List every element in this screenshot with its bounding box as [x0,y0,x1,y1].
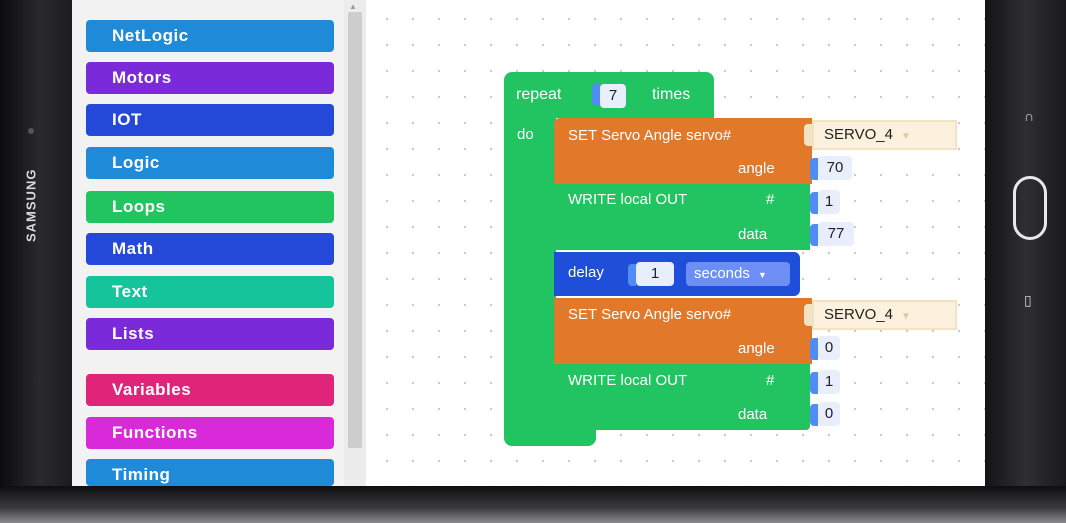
category-functions[interactable]: Functions [86,417,334,449]
data-label-2: data [738,406,768,423]
servo-select-2[interactable]: SERVO_4 ▼ [812,300,957,330]
servo-plug-2 [804,304,812,326]
sensor-dot [28,128,34,134]
category-logic[interactable]: Logic [86,147,334,179]
delay-label: delay [568,264,604,281]
pin-field-2[interactable]: 1 [818,370,840,394]
servo-select-value-1: SERVO_4 [824,126,893,143]
write-label-1: WRITE local OUT [568,191,688,208]
servo-select-1[interactable]: SERVO_4 ▼ [812,120,957,150]
delay-unit-select[interactable]: seconds ▼ [686,262,790,286]
category-netlogic[interactable]: NetLogic [86,20,334,52]
repeat-count-plug [592,84,600,106]
category-iot[interactable]: IOT [86,104,334,136]
times-label: times [652,86,691,103]
recent-apps-icon[interactable]: ▯ [1024,292,1032,309]
delay-unit-value: seconds [694,265,750,282]
data-plug-2 [810,404,818,426]
data-field-2[interactable]: 0 [818,402,840,426]
category-variables[interactable]: Variables [86,374,334,406]
pin-field-1[interactable]: 1 [818,190,840,214]
home-button[interactable] [1013,176,1047,240]
category-lists[interactable]: Lists [86,318,334,350]
repeat-block-body [504,112,556,434]
repeat-label: repeat [516,86,562,103]
chevron-down-icon: ▼ [900,131,911,142]
angle-field-2[interactable]: 0 [818,336,840,360]
do-label: do [517,126,534,143]
set-servo-label-1: SET Servo Angle servo# [568,127,732,144]
data-plug-1 [810,224,818,246]
servo-select-value-2: SERVO_4 [824,306,893,323]
data-label-1: data [738,226,768,243]
category-timing[interactable]: Timing [86,459,334,486]
delay-plug [628,264,636,286]
angle-label-2: angle [738,340,775,357]
angle-label-1: angle [738,160,775,177]
hash-label-2: # [766,372,775,389]
angle-plug-2 [810,338,818,360]
tablet-bezel-bottom [0,486,1066,523]
back-icon[interactable]: ∩ [1024,108,1034,124]
set-servo-label-2: SET Servo Angle servo# [568,306,732,323]
category-math[interactable]: Math [86,233,334,265]
repeat-count-field[interactable]: 7 [600,84,626,108]
hash-label-1: # [766,191,775,208]
brand-logo: SAMSUNG [23,168,39,242]
angle-plug-1 [810,158,818,180]
write-label-2: WRITE local OUT [568,372,688,389]
category-motors[interactable]: Motors [86,62,334,94]
pin-plug-2 [810,372,818,394]
pin-plug-1 [810,192,818,214]
chevron-down-icon: ▼ [758,270,767,280]
delay-value-field[interactable]: 1 [636,262,674,286]
angle-field-1[interactable]: 70 [818,156,852,180]
tablet-bezel-right [985,0,1066,523]
data-field-1[interactable]: 77 [818,222,854,246]
category-loops[interactable]: Loops [86,191,334,223]
category-text[interactable]: Text [86,276,334,308]
tablet-bezel-left: SAMSUNG [0,0,72,523]
scroll-up-icon[interactable]: ▲ [349,2,357,11]
servo-plug-1 [804,124,812,146]
chevron-down-icon: ▼ [900,311,911,322]
scrollbar-thumb[interactable] [348,12,362,448]
